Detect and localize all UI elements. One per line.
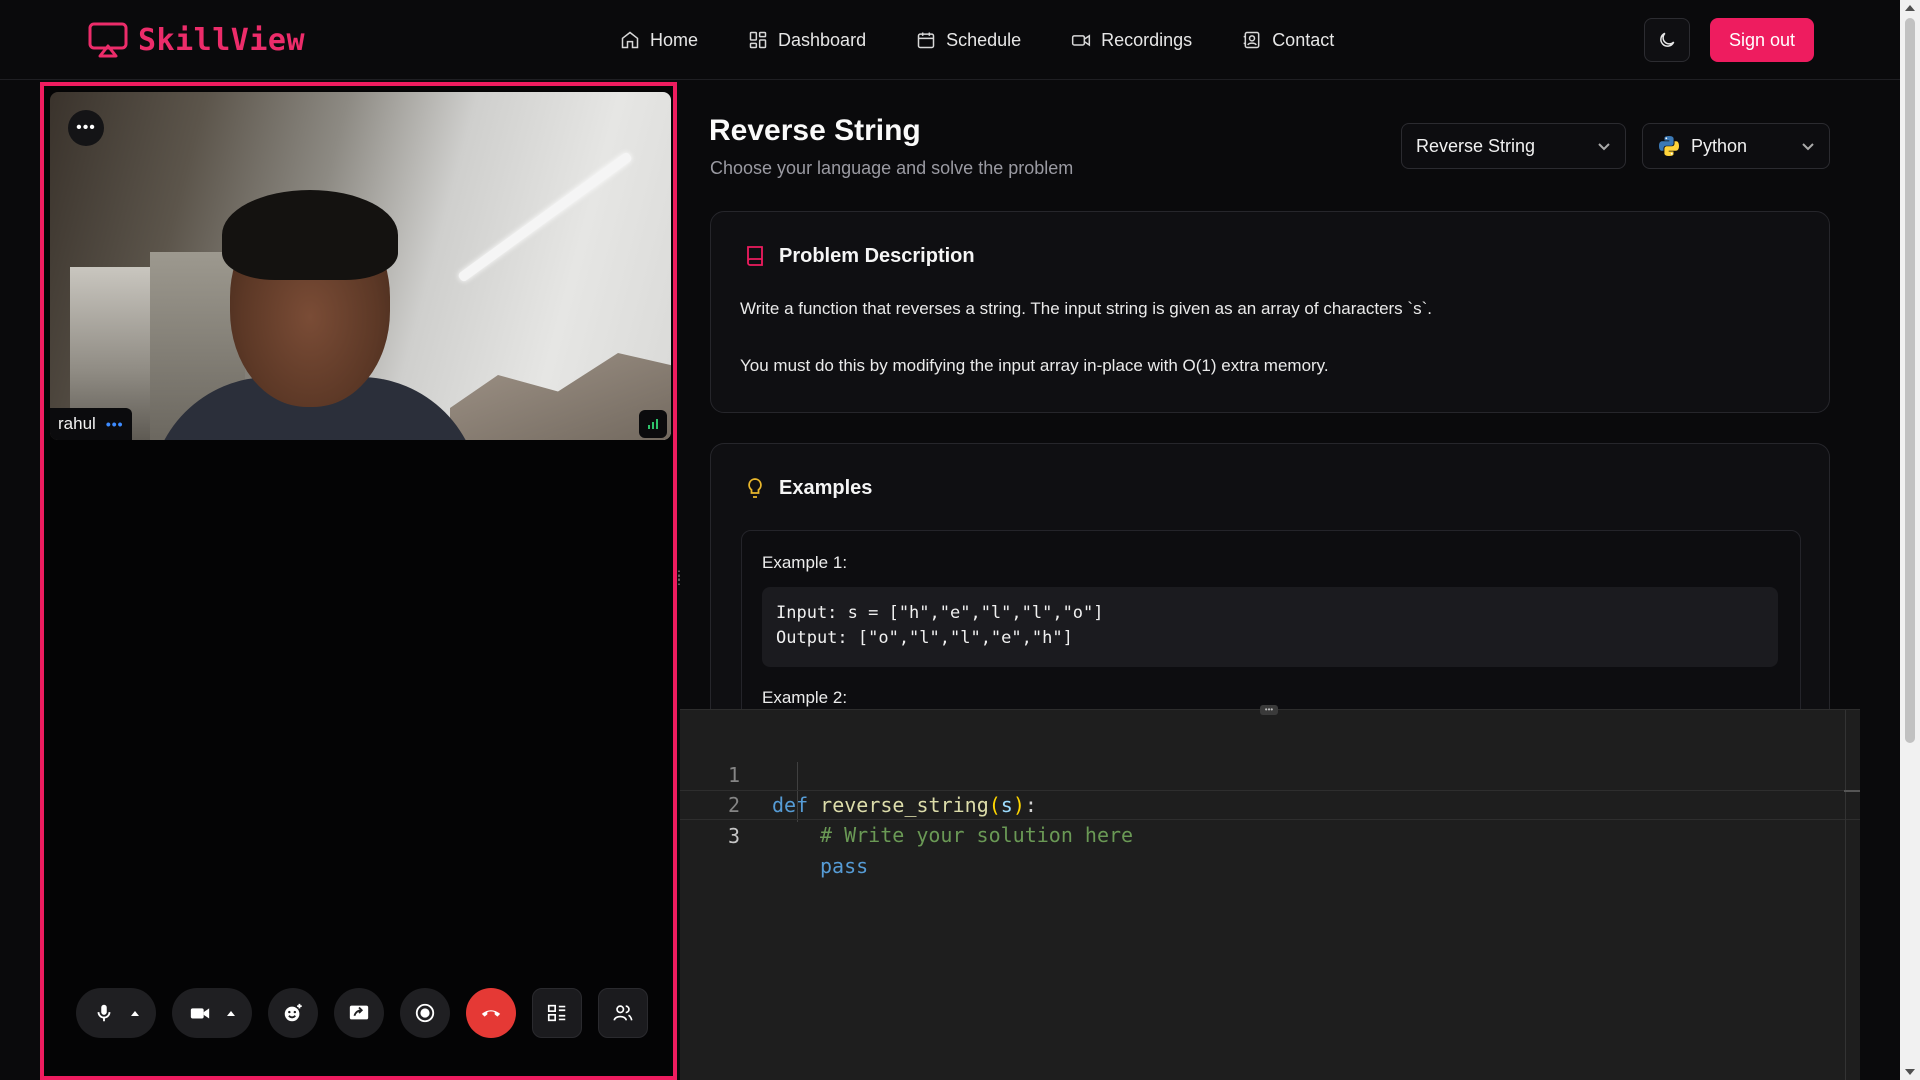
editor-cursor-marker (1844, 790, 1860, 792)
participant-name: rahul (58, 414, 96, 433)
example-input: Input: s = ["h","e","l","l","o"] (776, 603, 1104, 623)
phone-hangup-icon (481, 1010, 501, 1017)
theme-toggle-button[interactable] (1644, 18, 1690, 62)
call-controls (76, 988, 648, 1038)
scroll-down-arrow-icon[interactable] (1905, 1069, 1915, 1075)
calendar-icon (917, 32, 935, 49)
layout-button[interactable] (532, 988, 582, 1038)
logo-text: SkillView (138, 22, 306, 58)
reactions-button[interactable] (268, 988, 318, 1038)
participant-name-tag: rahul ••• (50, 408, 132, 440)
book-icon (747, 246, 763, 266)
participant-hair (222, 190, 398, 280)
screen-share-button[interactable] (334, 988, 384, 1038)
nav-links: Home Dashboard Schedule Recordings Conta… (620, 20, 1334, 60)
camera-button[interactable] (172, 988, 252, 1038)
nav-link-label: Contact (1272, 29, 1335, 50)
panel-resize-handle[interactable]: ⋮ ⋮ (673, 569, 685, 589)
python-logo-icon (1659, 136, 1679, 156)
example-code-block: Input: s = ["h","e","l","l","o"] Output: … (762, 587, 1778, 667)
screen-share-icon (349, 1005, 369, 1020)
description-paragraph: Write a function that reverses a string.… (740, 299, 1432, 318)
problem-description-title: Problem Description (779, 244, 975, 267)
scrollbar-thumb[interactable] (1905, 18, 1915, 743)
video-background-cloth (450, 353, 671, 440)
examples-card: Examples Example 1: Input: s = ["h","e",… (710, 443, 1830, 713)
description-paragraph: You must do this by modifying the input … (740, 356, 1329, 375)
page-subtitle: Choose your language and solve the probl… (710, 158, 1074, 178)
camera-options-caret-icon[interactable] (227, 1010, 235, 1016)
logo[interactable]: SkillView (88, 20, 305, 60)
nav-link-label: Dashboard (778, 29, 867, 50)
code-keyword: pass (820, 854, 869, 878)
microphone-icon (97, 1004, 111, 1022)
participants-button[interactable] (598, 988, 648, 1038)
code-line[interactable]: 1 def reverse_string(s): (680, 730, 1860, 817)
nav-link-contact[interactable]: Contact (1242, 30, 1334, 51)
lightbulb-icon (748, 478, 762, 498)
video-background-tube-light (457, 151, 633, 283)
leave-call-button[interactable] (466, 988, 516, 1038)
home-icon (621, 31, 639, 49)
example-box: Example 1: Input: s = ["h","e","l","l","… (741, 530, 1801, 713)
video-call-panel: ••• rahul ••• (40, 82, 677, 1080)
sign-out-button[interactable]: Sign out (1710, 18, 1814, 62)
more-dots-icon[interactable]: ••• (68, 110, 104, 146)
example-label: Example 1: (762, 553, 848, 572)
dashboard-icon (749, 31, 767, 49)
nav-link-dashboard[interactable]: Dashboard (748, 30, 866, 51)
speaking-indicator-icon: ••• (105, 416, 124, 432)
participants-icon (613, 1005, 633, 1021)
problem-description-heading: Problem Description (743, 244, 975, 268)
language-select[interactable]: Python (1642, 123, 1830, 169)
video-camera-icon (1072, 34, 1091, 47)
moon-icon (1660, 32, 1675, 47)
page-scrollbar[interactable] (1900, 0, 1920, 1080)
chevron-down-icon (1598, 143, 1610, 151)
record-icon (415, 1003, 435, 1023)
nav-link-label: Schedule (946, 29, 1022, 50)
microphone-options-caret-icon[interactable] (131, 1010, 139, 1016)
signal-strength-icon (639, 410, 667, 438)
editor-scrollbar[interactable] (1845, 710, 1846, 1080)
code-line-active[interactable]: 3 pass (680, 790, 1860, 878)
language-select-value: Python (1691, 135, 1748, 156)
record-button[interactable] (400, 988, 450, 1038)
code-comment: # Write your solution here (820, 823, 1134, 847)
nav-link-home[interactable]: Home (620, 30, 698, 51)
editor-resize-handle[interactable]: ••• (1260, 705, 1278, 715)
example-label: Example 2: (762, 688, 848, 707)
participant-video-tile[interactable]: ••• rahul ••• (50, 92, 671, 440)
nav-link-schedule[interactable]: Schedule (916, 30, 1021, 51)
code-editor[interactable]: ••• 1 def reverse_string(s): 2 # Write y… (680, 705, 1860, 1080)
page-title: Reverse String (709, 114, 921, 147)
chevron-down-icon (1802, 143, 1814, 151)
layout-icon (547, 1004, 566, 1022)
examples-title: Examples (779, 476, 873, 499)
nav-link-label: Recordings (1101, 29, 1193, 50)
contact-icon (1243, 31, 1260, 49)
top-nav: SkillView Home Dashboard Schedule Record… (0, 0, 1900, 80)
example-output: Output: ["o","l","l","e","h"] (776, 628, 1073, 648)
microphone-button[interactable] (76, 988, 156, 1038)
problem-select-value: Reverse String (1416, 135, 1536, 156)
line-number: 3 (727, 824, 740, 848)
scroll-up-arrow-icon[interactable] (1905, 5, 1915, 11)
problem-select[interactable]: Reverse String (1401, 123, 1626, 169)
examples-heading: Examples (743, 476, 872, 500)
emoji-icon (284, 1003, 302, 1022)
logo-monitor-icon (88, 22, 128, 58)
code-line[interactable]: 2 # Write your solution here (680, 760, 1860, 847)
nav-link-recordings[interactable]: Recordings (1071, 30, 1192, 51)
nav-link-label: Home (650, 29, 699, 50)
camera-icon (190, 1008, 210, 1019)
